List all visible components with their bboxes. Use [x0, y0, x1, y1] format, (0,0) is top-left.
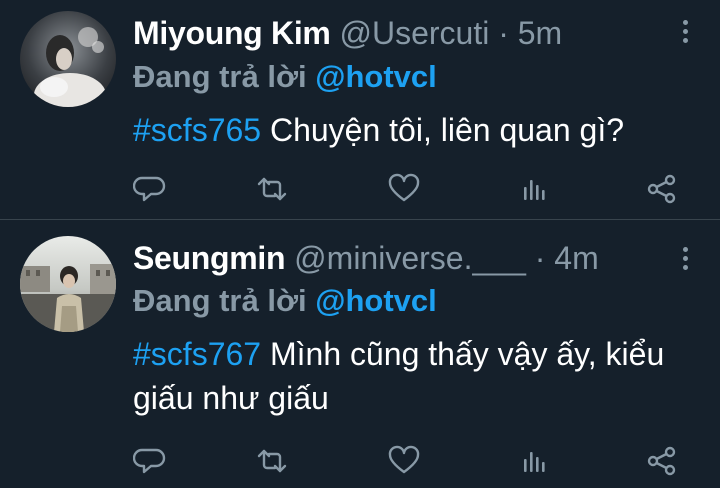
retweet-icon[interactable]: [255, 444, 289, 478]
share-icon[interactable]: [645, 444, 679, 478]
display-name[interactable]: Seungmin: [133, 240, 286, 276]
stats-icon[interactable]: [517, 172, 551, 206]
stats-icon[interactable]: [517, 444, 551, 478]
reply-icon[interactable]: [133, 444, 167, 478]
replying-to-label: Đang trả lời: [133, 283, 307, 318]
share-icon[interactable]: [645, 172, 679, 206]
separator-dot: ·: [498, 15, 509, 51]
hashtag-link[interactable]: #scfs767: [133, 336, 261, 372]
tweet-text: #scfs767 Mình cũng thấy vậy ấy, kiểu giấ…: [133, 332, 693, 420]
reply-mention-link[interactable]: @hotvcl: [315, 283, 437, 318]
avatar[interactable]: [20, 11, 116, 107]
user-handle[interactable]: @Usercuti: [339, 15, 489, 51]
separator-dot: ·: [534, 240, 546, 276]
avatar[interactable]: [20, 236, 116, 332]
more-options-icon[interactable]: [680, 20, 690, 48]
like-icon[interactable]: [387, 444, 421, 478]
tweet[interactable]: Miyoung Kim @Usercuti · 5m Đang trả lời …: [0, 0, 720, 219]
timestamp[interactable]: 4m: [554, 240, 598, 276]
timeline: Miyoung Kim @Usercuti · 5m Đang trả lời …: [0, 0, 720, 488]
tweet-header: Miyoung Kim @Usercuti · 5m: [133, 13, 660, 53]
display-name[interactable]: Miyoung Kim: [133, 15, 331, 51]
reply-mention-link[interactable]: @hotvcl: [315, 59, 437, 94]
tweet-header: Seungmin @miniverse.___ · 4m: [133, 238, 660, 278]
replying-to: Đang trả lời @hotvcl: [133, 282, 437, 320]
tweet[interactable]: Seungmin @miniverse.___ · 4m Đang trả lờ…: [0, 220, 720, 488]
replying-to-label: Đang trả lời: [133, 59, 307, 94]
hashtag-link[interactable]: #scfs765: [133, 112, 261, 148]
more-options-icon[interactable]: [680, 247, 690, 275]
tweet-actions: [133, 172, 683, 206]
tweet-body: Chuyện tôi, liên quan gì?: [261, 112, 624, 148]
timestamp[interactable]: 5m: [518, 15, 562, 51]
retweet-icon[interactable]: [255, 172, 289, 206]
replying-to: Đang trả lời @hotvcl: [133, 58, 437, 96]
like-icon[interactable]: [387, 172, 421, 206]
tweet-actions: [133, 444, 683, 478]
user-handle[interactable]: @miniverse.___: [294, 240, 526, 276]
reply-icon[interactable]: [133, 172, 167, 206]
tweet-text: #scfs765 Chuyện tôi, liên quan gì?: [133, 108, 693, 152]
